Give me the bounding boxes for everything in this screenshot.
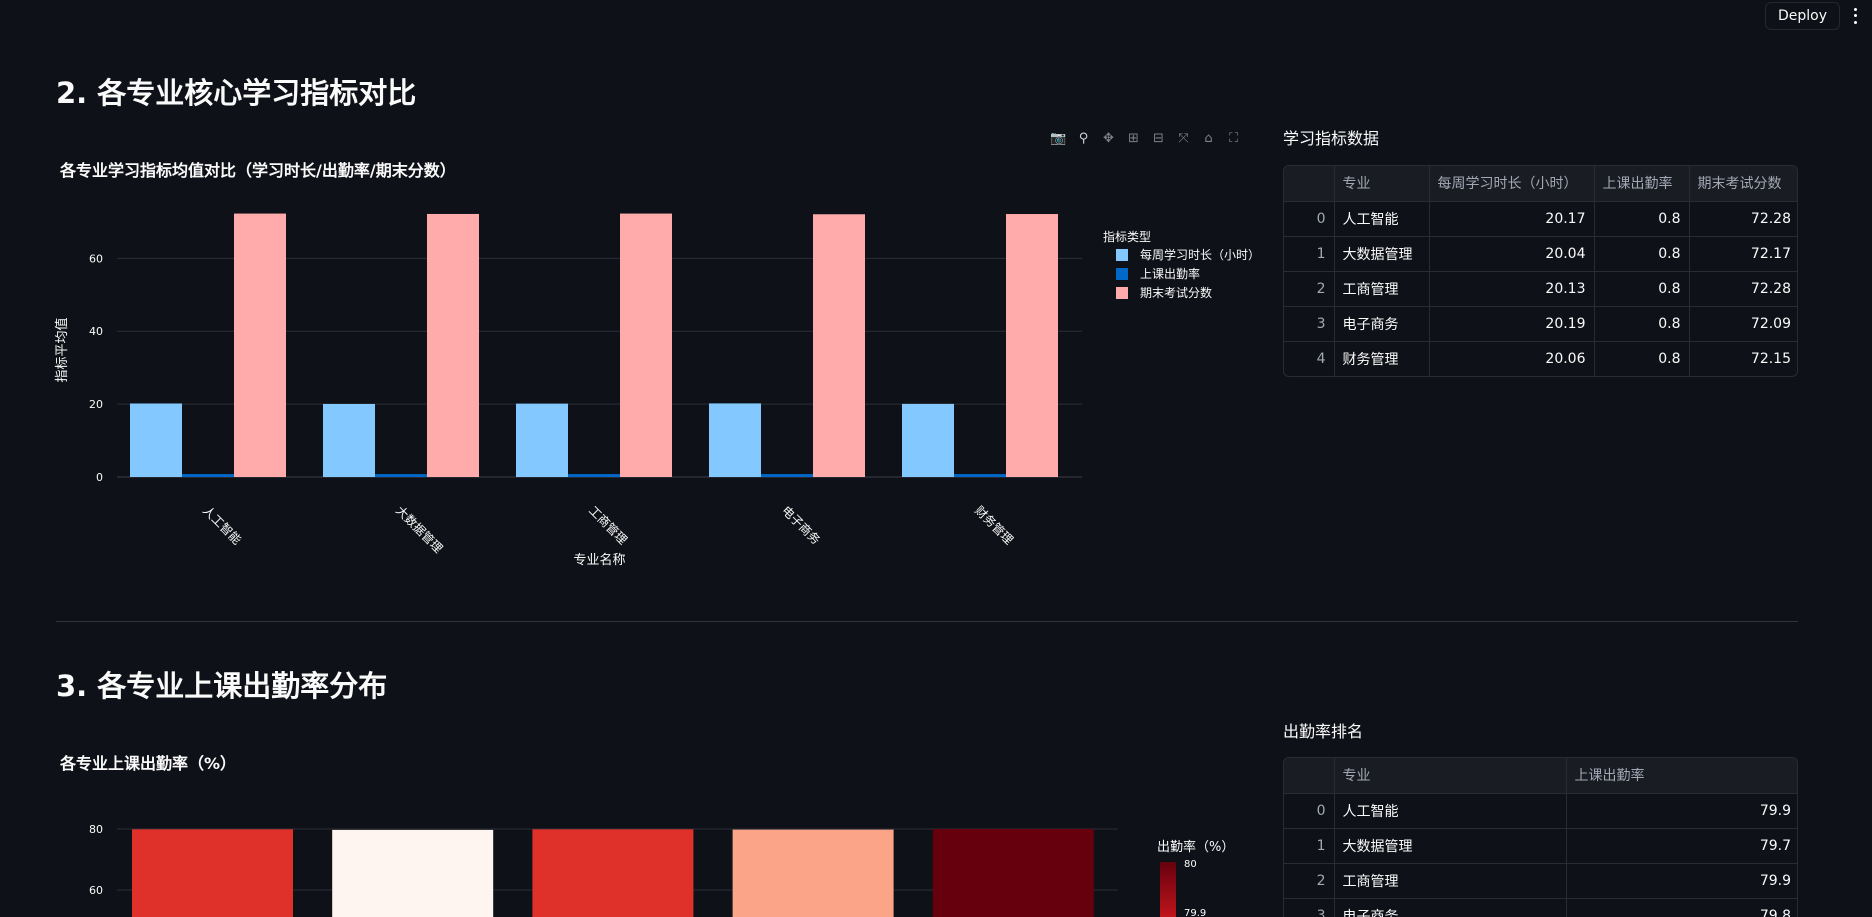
legend-item-hours[interactable]: 每周学习时长（小时） [1116, 246, 1260, 263]
metrics-header-0[interactable] [1284, 166, 1335, 202]
table-cell: 人工智能 [1334, 201, 1430, 237]
table-row[interactable]: 2 工商管理 79.9 [1284, 863, 1797, 899]
table-cell: 人工智能 [1334, 793, 1567, 829]
chart2-colorbar: 80 79.9 [1160, 860, 1206, 917]
app-root: Deploy 2. 各专业核心学习指标对比 各专业学习指标均值对比（学习时长/出… [0, 0, 1872, 917]
table-cell: 电子商务 [1334, 898, 1567, 917]
bar[interactable] [132, 829, 293, 917]
metrics-dataframe[interactable]: 专业 每周学习时长（小时） 上课出勤率 期末考试分数 0 人工智能 20.17 0.8 72.… [1283, 165, 1798, 377]
bar[interactable] [732, 829, 894, 917]
chart2-bar-chart[interactable]: 60 80 [0, 0, 1130, 917]
metrics-header-2[interactable]: 每周学习时长（小时） [1429, 166, 1595, 202]
chart2-colorbar-title: 出勤率（%） [1157, 840, 1235, 855]
attendance-header-0[interactable] [1284, 758, 1335, 794]
table-cell: 0.8 [1594, 201, 1690, 237]
table-row[interactable]: 4 财务管理 20.06 0.8 72.15 [1284, 341, 1797, 376]
attendance-dataframe[interactable]: 专业 上课出勤率 0 人工智能 79.9 1 大数据管理 79.7 2 工商管理 79.9 3 电子商… [1283, 757, 1798, 917]
table-cell: 财务管理 [1334, 341, 1430, 376]
table-cell: 0.8 [1594, 236, 1690, 272]
table-cell: 72.28 [1689, 271, 1797, 307]
metrics-header-4[interactable]: 期末考试分数 [1689, 166, 1797, 202]
table-cell: 大数据管理 [1334, 828, 1567, 864]
table-cell: 79.9 [1566, 793, 1797, 829]
colorbar-tick: 80 [1184, 860, 1197, 870]
row-index: 3 [1284, 306, 1335, 342]
row-index: 0 [1284, 201, 1335, 237]
table-cell: 20.13 [1429, 271, 1595, 307]
section3-table-caption: 出勤率排名 [1283, 722, 1364, 741]
home-icon[interactable]: ⌂ [1200, 130, 1217, 147]
legend-label: 每周学习时长（小时） [1140, 248, 1261, 262]
table-row[interactable]: 3 电子商务 20.19 0.8 72.09 [1284, 306, 1797, 342]
table-cell: 大数据管理 [1334, 236, 1430, 272]
table-cell: 工商管理 [1334, 863, 1567, 899]
table-cell: 0.8 [1594, 271, 1690, 307]
row-index: 3 [1284, 898, 1335, 917]
colorbar-tick: 79.9 [1184, 908, 1206, 917]
metrics-header-1[interactable]: 专业 [1334, 166, 1430, 202]
table-cell: 20.06 [1429, 341, 1595, 376]
bar[interactable] [332, 829, 494, 917]
table-row[interactable]: 0 人工智能 79.9 [1284, 793, 1797, 829]
autoscale-icon[interactable]: ⤧ [1175, 130, 1192, 147]
colorbar-gradient [1160, 862, 1176, 917]
table-cell: 20.17 [1429, 201, 1595, 237]
table-cell: 79.9 [1566, 863, 1797, 899]
table-cell: 72.17 [1689, 236, 1797, 272]
table-cell: 20.04 [1429, 236, 1595, 272]
metrics-header-3[interactable]: 上课出勤率 [1594, 166, 1690, 202]
zoom-out-icon[interactable]: ⊟ [1150, 130, 1167, 147]
table-row[interactable]: 1 大数据管理 20.04 0.8 72.17 [1284, 236, 1797, 272]
bar[interactable] [532, 829, 694, 917]
row-index: 2 [1284, 271, 1335, 307]
table-row[interactable]: 3 电子商务 79.8 [1284, 898, 1797, 917]
legend-label: 上课出勤率 [1140, 267, 1201, 281]
y-tick-label: 80 [89, 823, 103, 836]
fullscreen-icon[interactable]: ⛶ [1225, 130, 1242, 147]
bar[interactable] [932, 829, 1094, 917]
table-row[interactable]: 1 大数据管理 79.7 [1284, 828, 1797, 864]
attendance-header-2[interactable]: 上课出勤率 [1566, 758, 1797, 794]
section2-table-caption: 学习指标数据 [1283, 129, 1380, 148]
table-cell: 79.8 [1759, 907, 1791, 917]
table-cell: 72.28 [1689, 201, 1797, 237]
row-index: 1 [1284, 828, 1335, 864]
row-index: 0 [1284, 793, 1335, 829]
row-index: 2 [1284, 863, 1335, 899]
y-tick-label: 60 [89, 884, 103, 897]
deploy-button[interactable]: Deploy [1764, 2, 1840, 30]
legend-label: 期末考试分数 [1140, 286, 1213, 300]
table-cell: 79.7 [1566, 828, 1797, 864]
table-row[interactable]: 0 人工智能 20.17 0.8 72.28 [1284, 201, 1797, 237]
table-cell: 20.19 [1429, 306, 1595, 342]
table-row[interactable]: 2 工商管理 20.13 0.8 72.28 [1284, 271, 1797, 307]
row-index: 4 [1284, 341, 1335, 376]
table-cell: 工商管理 [1334, 271, 1430, 307]
table-cell: 电子商务 [1334, 306, 1430, 342]
table-cell: 72.15 [1750, 350, 1791, 367]
legend-item-score[interactable]: 期末考试分数 [1116, 284, 1212, 301]
table-cell: 72.09 [1689, 306, 1797, 342]
main-menu-icon[interactable] [1848, 6, 1862, 26]
row-index: 1 [1284, 236, 1335, 272]
table-cell: 0.8 [1594, 306, 1690, 342]
attendance-header-1[interactable]: 专业 [1334, 758, 1567, 794]
table-cell: 0.8 [1594, 341, 1690, 376]
